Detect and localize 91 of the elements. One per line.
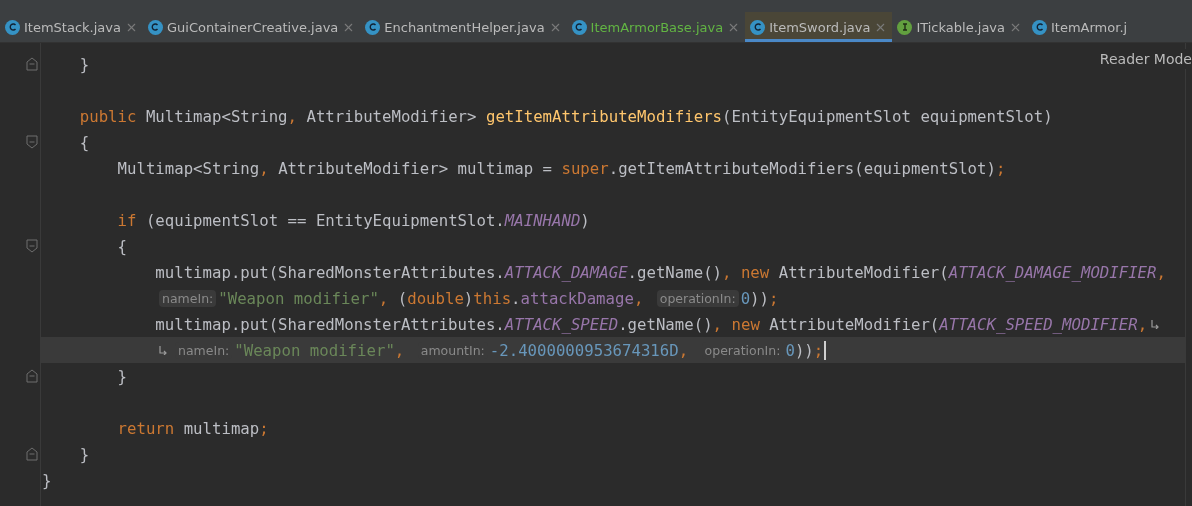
fold-marker-icon[interactable]: [26, 239, 38, 253]
fold-marker-icon[interactable]: [26, 57, 38, 71]
code-token: Multimap<String: [144, 106, 288, 126]
code-token: ATTACK_DAMAGE_MODIFIER: [948, 262, 1157, 282]
code-token: new: [730, 314, 760, 334]
code-token: "Weapon modifier": [218, 288, 379, 308]
fold-marker-icon[interactable]: [26, 369, 38, 383]
code-token: ,: [633, 288, 645, 308]
code-token: 0: [740, 288, 751, 308]
code-token: public: [78, 106, 137, 126]
tab-label: ItemArmorBase.java: [590, 19, 724, 35]
parameter-hint: operationIn:: [656, 289, 739, 307]
code-token: multimap: [182, 418, 260, 438]
code-token: 0: [785, 340, 795, 360]
tab-label: ItemArmor.j: [1051, 19, 1128, 35]
code-token: AttributeModifier>: [305, 106, 478, 126]
code-token: )): [794, 340, 814, 360]
code-token: multimap.put(SharedMonsterAttributes.: [154, 262, 505, 282]
code-token: (equipmentSlot == EntityEquipmentSlot.: [144, 210, 505, 230]
fold-marker-icon[interactable]: [26, 447, 38, 461]
code-token: )): [750, 288, 769, 308]
class-file-icon: [1032, 19, 1047, 35]
code-token: MAINHAND: [504, 210, 581, 230]
tab-label: ItemSword.java: [769, 19, 871, 35]
code-token: "Weapon modifier": [234, 340, 395, 360]
editor-tab[interactable]: ItemStack.java: [0, 12, 143, 42]
editor-tab[interactable]: EnchantmentHelper.java: [360, 12, 567, 42]
code-token: {: [116, 236, 127, 256]
code-token: ,: [712, 314, 723, 334]
editor-tab[interactable]: GuiContainerCreative.java: [142, 12, 361, 42]
code-token: attackDamage: [520, 288, 634, 308]
code-token: ;: [995, 158, 1006, 178]
code-token: this: [473, 288, 512, 308]
code-token: (: [397, 288, 408, 308]
code-token: }: [116, 366, 127, 386]
editor-tab[interactable]: ItemSword.java: [745, 12, 893, 42]
text-caret: [824, 340, 827, 360]
fold-marker-icon[interactable]: [26, 135, 38, 149]
editor-tab[interactable]: ITickable.java: [892, 12, 1027, 42]
interface-file-icon: [897, 19, 913, 35]
class-file-icon: [750, 19, 766, 35]
code-token: .: [511, 288, 521, 308]
code-token: ;: [259, 418, 269, 438]
code-token: ): [580, 210, 590, 230]
soft-wrap-icon: [1150, 319, 1161, 329]
code-token: multimap.put(SharedMonsterAttributes.: [154, 314, 505, 334]
code-token: new: [739, 262, 770, 282]
tab-label: ItemStack.java: [24, 19, 121, 35]
parameter-hint: nameIn:: [159, 289, 217, 307]
code-token: ,: [394, 340, 406, 360]
code-token: ,: [678, 340, 690, 360]
soft-wrap-icon: [158, 345, 168, 355]
class-file-icon: [571, 19, 587, 35]
code-token: return: [116, 418, 175, 438]
code-token: ,: [1156, 262, 1166, 282]
class-file-icon: [5, 19, 20, 35]
editor-tab[interactable]: ItemArmor.j: [1027, 12, 1133, 42]
code-token: {: [78, 132, 90, 152]
code-token: if: [116, 210, 137, 230]
tab-label: ITickable.java: [916, 19, 1005, 35]
code-token: }: [78, 444, 90, 464]
class-file-icon: [365, 19, 381, 35]
editor-tab[interactable]: ItemArmorBase.java: [566, 12, 746, 42]
code-token: ,: [259, 158, 269, 178]
code-token: .getName(): [618, 314, 713, 334]
code-token: ,: [1137, 314, 1148, 334]
code-token: ;: [768, 288, 779, 308]
code-token: }: [42, 470, 52, 490]
code-token: double: [407, 288, 464, 308]
code-token: (EntityEquipmentSlot equipmentSlot): [722, 106, 1053, 126]
code-token: ATTACK_SPEED_MODIFIER: [939, 314, 1138, 334]
code-token: ,: [722, 262, 732, 282]
code-token: }: [78, 54, 90, 74]
code-token: ): [463, 288, 474, 308]
code-token: super: [561, 158, 609, 178]
code-token: ATTACK_DAMAGE: [504, 262, 628, 282]
tab-label: EnchantmentHelper.java: [384, 19, 545, 35]
code-token: .getItemAttributeModifiers(equipmentSlot): [608, 158, 996, 178]
code-token: ATTACK_SPEED: [504, 314, 619, 334]
code-token: ,: [378, 288, 390, 308]
code-token: AttributeModifier(: [777, 262, 949, 282]
code-token: ,: [287, 106, 298, 126]
class-file-icon: [147, 19, 163, 35]
code-token: AttributeModifier> multimap =: [277, 158, 554, 178]
code-token: getItemAttributeModifiers: [485, 106, 723, 126]
tab-label: GuiContainerCreative.java: [166, 19, 339, 35]
code-token: ;: [813, 340, 824, 360]
code-token: .getName(): [627, 262, 723, 282]
code-token: AttributeModifier(: [768, 314, 940, 334]
code-token: Multimap<String: [116, 158, 260, 178]
code-token: -2.4000000953674316D: [489, 340, 679, 360]
